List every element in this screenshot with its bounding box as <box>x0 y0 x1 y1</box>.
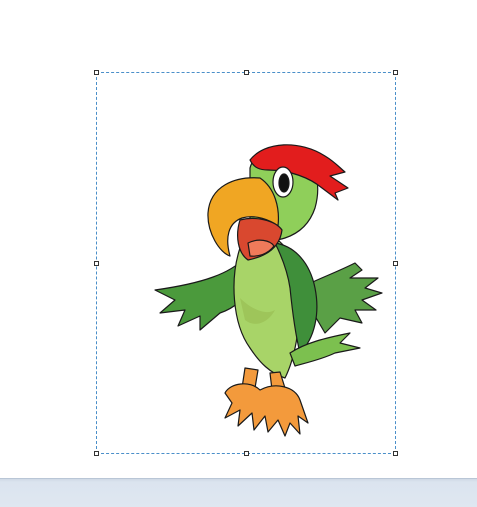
document-canvas <box>0 0 477 478</box>
resize-handle-middle-left[interactable] <box>94 261 99 266</box>
resize-handle-bottom-left[interactable] <box>94 451 99 456</box>
resize-handle-middle-right[interactable] <box>393 261 398 266</box>
resize-handle-top-center[interactable] <box>244 70 249 75</box>
parrot-image[interactable] <box>150 138 386 440</box>
resize-handle-bottom-right[interactable] <box>393 451 398 456</box>
bottom-toolbar-strip <box>0 478 477 507</box>
parrot-feet <box>224 383 309 437</box>
resize-handle-bottom-center[interactable] <box>244 451 249 456</box>
resize-handle-top-left[interactable] <box>94 70 99 75</box>
resize-handle-top-right[interactable] <box>393 70 398 75</box>
